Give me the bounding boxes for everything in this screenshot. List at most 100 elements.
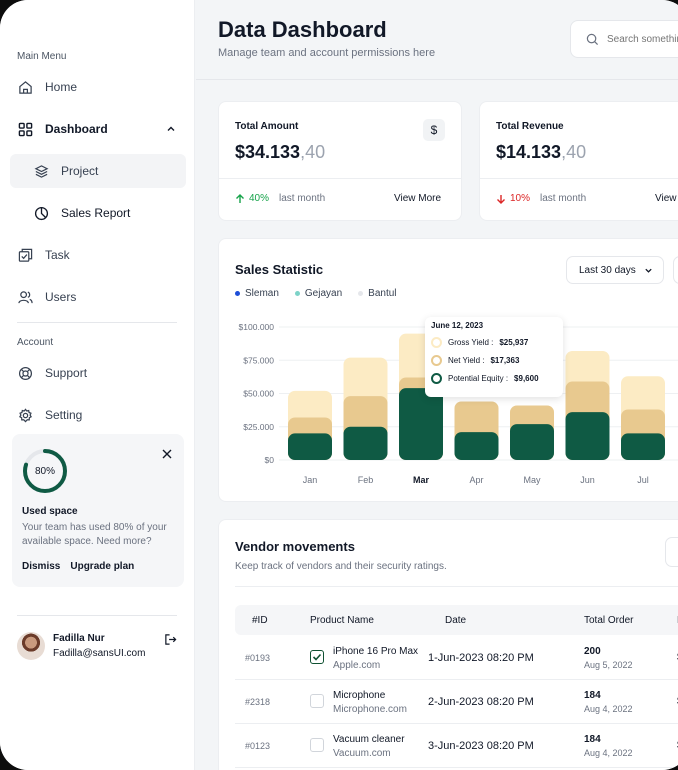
close-icon[interactable] xyxy=(162,446,172,464)
vendor-action-button[interactable] xyxy=(665,537,678,567)
stat-value: $14.133,40 xyxy=(496,142,587,162)
table-row[interactable]: #2318 Microphone Microphone.com 2-Jun-20… xyxy=(235,680,678,724)
stat-value: $34.133,40 xyxy=(235,142,326,162)
sidebar-item-setting[interactable]: Setting xyxy=(10,398,186,432)
stat-title: Total Amount xyxy=(235,121,299,132)
stat-card-total-revenue: Total Revenue $14.133,40 10% last month … xyxy=(479,101,678,221)
net-yield-marker xyxy=(431,355,442,366)
upgrade-plan-button[interactable]: Upgrade plan xyxy=(70,561,134,572)
total-order: 184 xyxy=(584,734,601,745)
column-header[interactable]: #ID xyxy=(252,615,268,626)
stat-card-total-amount: Total Amount $34.133,40 $ 40% last month… xyxy=(218,101,462,221)
vendor-divider xyxy=(235,586,678,587)
dashboard-window: Main Menu Home Dashboard Project Sales R… xyxy=(0,0,678,770)
sidebar-item-label: Setting xyxy=(45,408,83,422)
row-checkbox[interactable] xyxy=(310,650,324,664)
sidebar-item-label: Users xyxy=(45,290,77,304)
search-box[interactable] xyxy=(570,20,678,58)
x-tick-label: Jul xyxy=(637,475,649,485)
sidebar-item-project[interactable]: Project xyxy=(10,154,186,188)
total-order-date: Aug 4, 2022 xyxy=(584,748,633,758)
sidebar-item-home[interactable]: Home xyxy=(10,70,186,104)
account-label: Account xyxy=(17,337,54,348)
product-brand: Microphone.com xyxy=(333,704,407,715)
vendor-title: Vendor movements xyxy=(235,539,355,554)
stat-period: last month xyxy=(279,193,326,204)
bar-mar-series-2[interactable] xyxy=(399,388,443,460)
vendor-subtitle: Keep track of vendors and their security… xyxy=(235,561,447,572)
table-row[interactable]: #0123 Vacuum cleaner Vacuum.com 3-Jun-20… xyxy=(235,724,678,768)
row-id: #2318 xyxy=(245,697,271,707)
product-name: Vacuum cleaner xyxy=(333,734,405,745)
view-more-link[interactable]: View More xyxy=(394,193,441,204)
tooltip-row: Potential Equity : $9,600 xyxy=(431,373,539,384)
table-row[interactable]: #0193 iPhone 16 Pro Max Apple.com 1-Jun-… xyxy=(235,636,678,680)
sidebar-item-label: Support xyxy=(45,366,88,380)
progress-percent: 80% xyxy=(34,465,55,477)
sidebar-item-task[interactable]: Task xyxy=(10,238,186,272)
view-more-link[interactable]: View More xyxy=(655,193,678,204)
tooltip-row: Gross Yield : $25,937 xyxy=(431,337,528,348)
sidebar-item-label: Dashboard xyxy=(45,122,108,136)
order-date: 2-Jun-2023 08:20 PM xyxy=(428,696,534,708)
chevron-up-icon[interactable] xyxy=(166,123,176,137)
used-space-card: 80% Used space Your team has used 80% of… xyxy=(12,434,184,587)
total-order-date: Aug 4, 2022 xyxy=(584,704,633,714)
bar-apr-series-2[interactable] xyxy=(454,432,499,460)
sidebar-item-label: Task xyxy=(45,248,70,262)
sidebar: Main Menu Home Dashboard Project Sales R… xyxy=(0,0,195,770)
bar-may-series-2[interactable] xyxy=(510,424,554,460)
total-order: 184 xyxy=(584,690,601,701)
y-tick-label: $75.000 xyxy=(243,355,274,365)
grid-icon xyxy=(17,121,33,137)
row-checkbox[interactable] xyxy=(310,738,324,752)
stat-title: Total Revenue xyxy=(496,121,564,132)
tooltip-row: Net Yield : $17,363 xyxy=(431,355,519,366)
column-header[interactable]: Date xyxy=(445,615,466,626)
sidebar-item-dashboard[interactable]: Dashboard xyxy=(10,112,186,146)
avatar xyxy=(17,632,45,660)
used-space-title: Used space xyxy=(22,506,78,517)
sidebar-item-sales-report[interactable]: Sales Report xyxy=(10,196,186,230)
product-name: Microphone xyxy=(333,690,386,701)
vendor-movements-card: Vendor movements Keep track of vendors a… xyxy=(218,519,678,770)
y-tick-label: $50.000 xyxy=(243,389,274,399)
tooltip-date: June 12, 2023 xyxy=(431,321,484,330)
row-id: #0123 xyxy=(245,741,271,751)
sidebar-item-users[interactable]: Users xyxy=(10,280,186,314)
x-tick-label: Mar xyxy=(413,475,430,485)
sidebar-divider xyxy=(17,615,177,616)
main-menu-label: Main Menu xyxy=(17,51,67,62)
product-brand: Apple.com xyxy=(333,660,381,671)
column-header[interactable]: Total Order xyxy=(584,615,633,626)
logout-icon[interactable] xyxy=(164,633,177,651)
gear-icon xyxy=(17,407,33,423)
row-checkbox[interactable] xyxy=(310,694,324,708)
y-tick-label: $25.000 xyxy=(243,422,274,432)
x-tick-label: Jun xyxy=(580,475,595,485)
sidebar-item-support[interactable]: Support xyxy=(10,356,186,390)
dismiss-button[interactable]: Dismiss xyxy=(22,561,60,572)
layers-icon xyxy=(33,163,49,179)
y-tick-label: $0 xyxy=(265,455,275,465)
search-input[interactable] xyxy=(607,33,678,45)
arrow-up-icon xyxy=(236,193,244,203)
column-header[interactable]: Product Name xyxy=(310,615,374,626)
bar-jan-series-2[interactable] xyxy=(288,433,332,460)
gross-yield-marker xyxy=(431,337,442,348)
dollar-icon: $ xyxy=(423,119,445,141)
page-subtitle: Manage team and account permissions here xyxy=(218,47,436,59)
sidebar-item-label: Project xyxy=(61,164,99,178)
arrow-down-icon xyxy=(497,194,505,204)
checkmark-icon xyxy=(312,653,322,661)
bar-feb-series-2[interactable] xyxy=(343,426,388,460)
stat-change: 10% xyxy=(496,193,530,204)
row-id: #0193 xyxy=(245,653,271,663)
total-order-date: Aug 5, 2022 xyxy=(584,660,633,670)
user-profile[interactable]: Fadilla Nur Fadilla@sansUI.com xyxy=(17,631,187,663)
bar-jul-series-2[interactable] xyxy=(621,433,665,460)
bar-jun-series-2[interactable] xyxy=(565,412,610,460)
home-icon xyxy=(17,79,33,95)
users-icon xyxy=(17,289,33,305)
potential-equity-marker xyxy=(431,373,442,384)
